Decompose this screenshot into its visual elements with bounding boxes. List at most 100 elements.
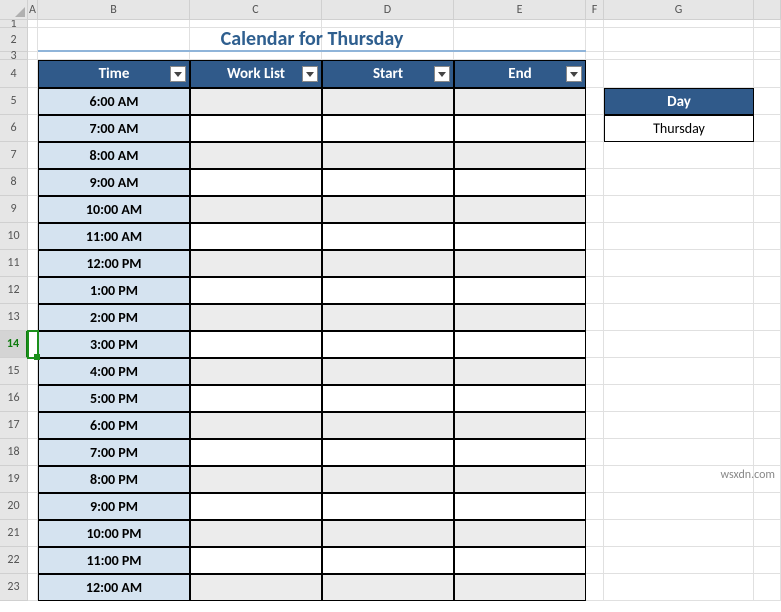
- cell[interactable]: [28, 60, 38, 88]
- work-cell[interactable]: [190, 466, 322, 493]
- end-header[interactable]: End: [454, 60, 586, 88]
- cell[interactable]: [604, 28, 754, 52]
- time-cell[interactable]: 12:00 PM: [38, 250, 190, 277]
- row-header[interactable]: 14: [0, 331, 28, 358]
- row-header[interactable]: 19: [0, 466, 28, 493]
- row-header[interactable]: 5: [0, 88, 28, 115]
- end-cell[interactable]: [454, 412, 586, 439]
- time-cell[interactable]: 7:00 PM: [38, 439, 190, 466]
- work-cell[interactable]: [190, 547, 322, 574]
- cell[interactable]: [754, 142, 781, 169]
- cell[interactable]: [604, 60, 754, 88]
- cell[interactable]: [190, 52, 322, 60]
- cell[interactable]: [28, 412, 38, 439]
- cell[interactable]: [754, 20, 781, 28]
- cell[interactable]: [604, 358, 754, 385]
- row-header[interactable]: 20: [0, 493, 28, 520]
- time-cell[interactable]: 8:00 PM: [38, 466, 190, 493]
- start-cell[interactable]: [322, 331, 454, 358]
- cell[interactable]: [754, 28, 781, 52]
- work-cell[interactable]: [190, 439, 322, 466]
- start-cell[interactable]: [322, 439, 454, 466]
- cell[interactable]: [28, 385, 38, 412]
- work-cell[interactable]: [190, 88, 322, 115]
- time-cell[interactable]: 10:00 AM: [38, 196, 190, 223]
- cell[interactable]: [586, 115, 604, 142]
- active-cell[interactable]: [28, 331, 38, 358]
- cell[interactable]: [604, 142, 754, 169]
- cell[interactable]: [604, 250, 754, 277]
- start-cell[interactable]: [322, 250, 454, 277]
- work-cell[interactable]: [190, 574, 322, 601]
- cell[interactable]: [604, 412, 754, 439]
- cell[interactable]: [754, 331, 781, 358]
- column-header[interactable]: F: [586, 0, 604, 20]
- row-header[interactable]: 21: [0, 520, 28, 547]
- cell[interactable]: [754, 60, 781, 88]
- cell[interactable]: [28, 169, 38, 196]
- cell[interactable]: [604, 169, 754, 196]
- cell[interactable]: [586, 169, 604, 196]
- time-cell[interactable]: 6:00 PM: [38, 412, 190, 439]
- cell[interactable]: [28, 439, 38, 466]
- cell[interactable]: [586, 250, 604, 277]
- cell[interactable]: [604, 547, 754, 574]
- start-cell[interactable]: [322, 142, 454, 169]
- cell[interactable]: [28, 358, 38, 385]
- cell[interactable]: [604, 385, 754, 412]
- start-cell[interactable]: [322, 115, 454, 142]
- time-cell[interactable]: 5:00 PM: [38, 385, 190, 412]
- work-cell[interactable]: [190, 412, 322, 439]
- filter-dropdown-icon[interactable]: [302, 66, 318, 82]
- cell[interactable]: [754, 412, 781, 439]
- work-cell[interactable]: [190, 358, 322, 385]
- row-header[interactable]: 1: [0, 20, 28, 28]
- cell[interactable]: [754, 547, 781, 574]
- cell[interactable]: [604, 52, 754, 60]
- end-cell[interactable]: [454, 466, 586, 493]
- start-cell[interactable]: [322, 88, 454, 115]
- cell[interactable]: [604, 20, 754, 28]
- cell[interactable]: [322, 52, 454, 60]
- cell[interactable]: [38, 52, 190, 60]
- cell[interactable]: [604, 439, 754, 466]
- cell[interactable]: [28, 115, 38, 142]
- end-cell[interactable]: [454, 520, 586, 547]
- cell[interactable]: [604, 223, 754, 250]
- cell[interactable]: [754, 277, 781, 304]
- time-cell[interactable]: 4:00 PM: [38, 358, 190, 385]
- start-cell[interactable]: [322, 466, 454, 493]
- cell[interactable]: [586, 385, 604, 412]
- cell[interactable]: [586, 20, 604, 28]
- row-header[interactable]: 6: [0, 115, 28, 142]
- column-header[interactable]: D: [322, 0, 454, 20]
- column-header[interactable]: G: [604, 0, 754, 20]
- filter-dropdown-icon[interactable]: [434, 66, 450, 82]
- cell[interactable]: [754, 385, 781, 412]
- cell[interactable]: [28, 520, 38, 547]
- cell[interactable]: [604, 493, 754, 520]
- cell[interactable]: [28, 88, 38, 115]
- time-cell[interactable]: 10:00 PM: [38, 520, 190, 547]
- cell[interactable]: [586, 60, 604, 88]
- row-header[interactable]: 7: [0, 142, 28, 169]
- start-cell[interactable]: [322, 385, 454, 412]
- cell[interactable]: [28, 223, 38, 250]
- cell[interactable]: [754, 196, 781, 223]
- cell[interactable]: [586, 277, 604, 304]
- end-cell[interactable]: [454, 223, 586, 250]
- time-cell[interactable]: 3:00 PM: [38, 331, 190, 358]
- cell[interactable]: [586, 28, 604, 52]
- time-cell[interactable]: 11:00 PM: [38, 547, 190, 574]
- row-header[interactable]: 15: [0, 358, 28, 385]
- work-cell[interactable]: [190, 520, 322, 547]
- end-cell[interactable]: [454, 304, 586, 331]
- end-cell[interactable]: [454, 385, 586, 412]
- cell[interactable]: [28, 28, 38, 52]
- row-header[interactable]: 16: [0, 385, 28, 412]
- work-cell[interactable]: [190, 250, 322, 277]
- cell[interactable]: [454, 52, 586, 60]
- time-cell[interactable]: 9:00 AM: [38, 169, 190, 196]
- end-cell[interactable]: [454, 574, 586, 601]
- row-header[interactable]: 18: [0, 439, 28, 466]
